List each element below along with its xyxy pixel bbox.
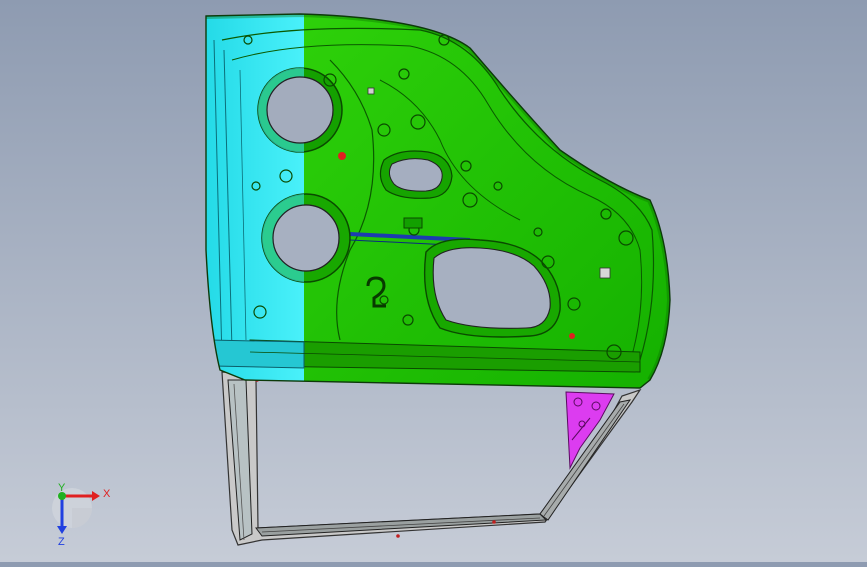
door-panel-model[interactable]: X Y Z bbox=[0, 0, 867, 562]
orientation-triad[interactable]: X Y Z bbox=[52, 482, 111, 548]
cad-viewport[interactable]: X Y Z bbox=[0, 0, 867, 562]
z-axis-label: Z bbox=[58, 536, 65, 548]
center-access-opening bbox=[379, 150, 453, 199]
y-axis-label: Y bbox=[58, 482, 66, 494]
x-axis-label: X bbox=[103, 488, 111, 500]
door-inner-panel[interactable] bbox=[200, 10, 674, 390]
